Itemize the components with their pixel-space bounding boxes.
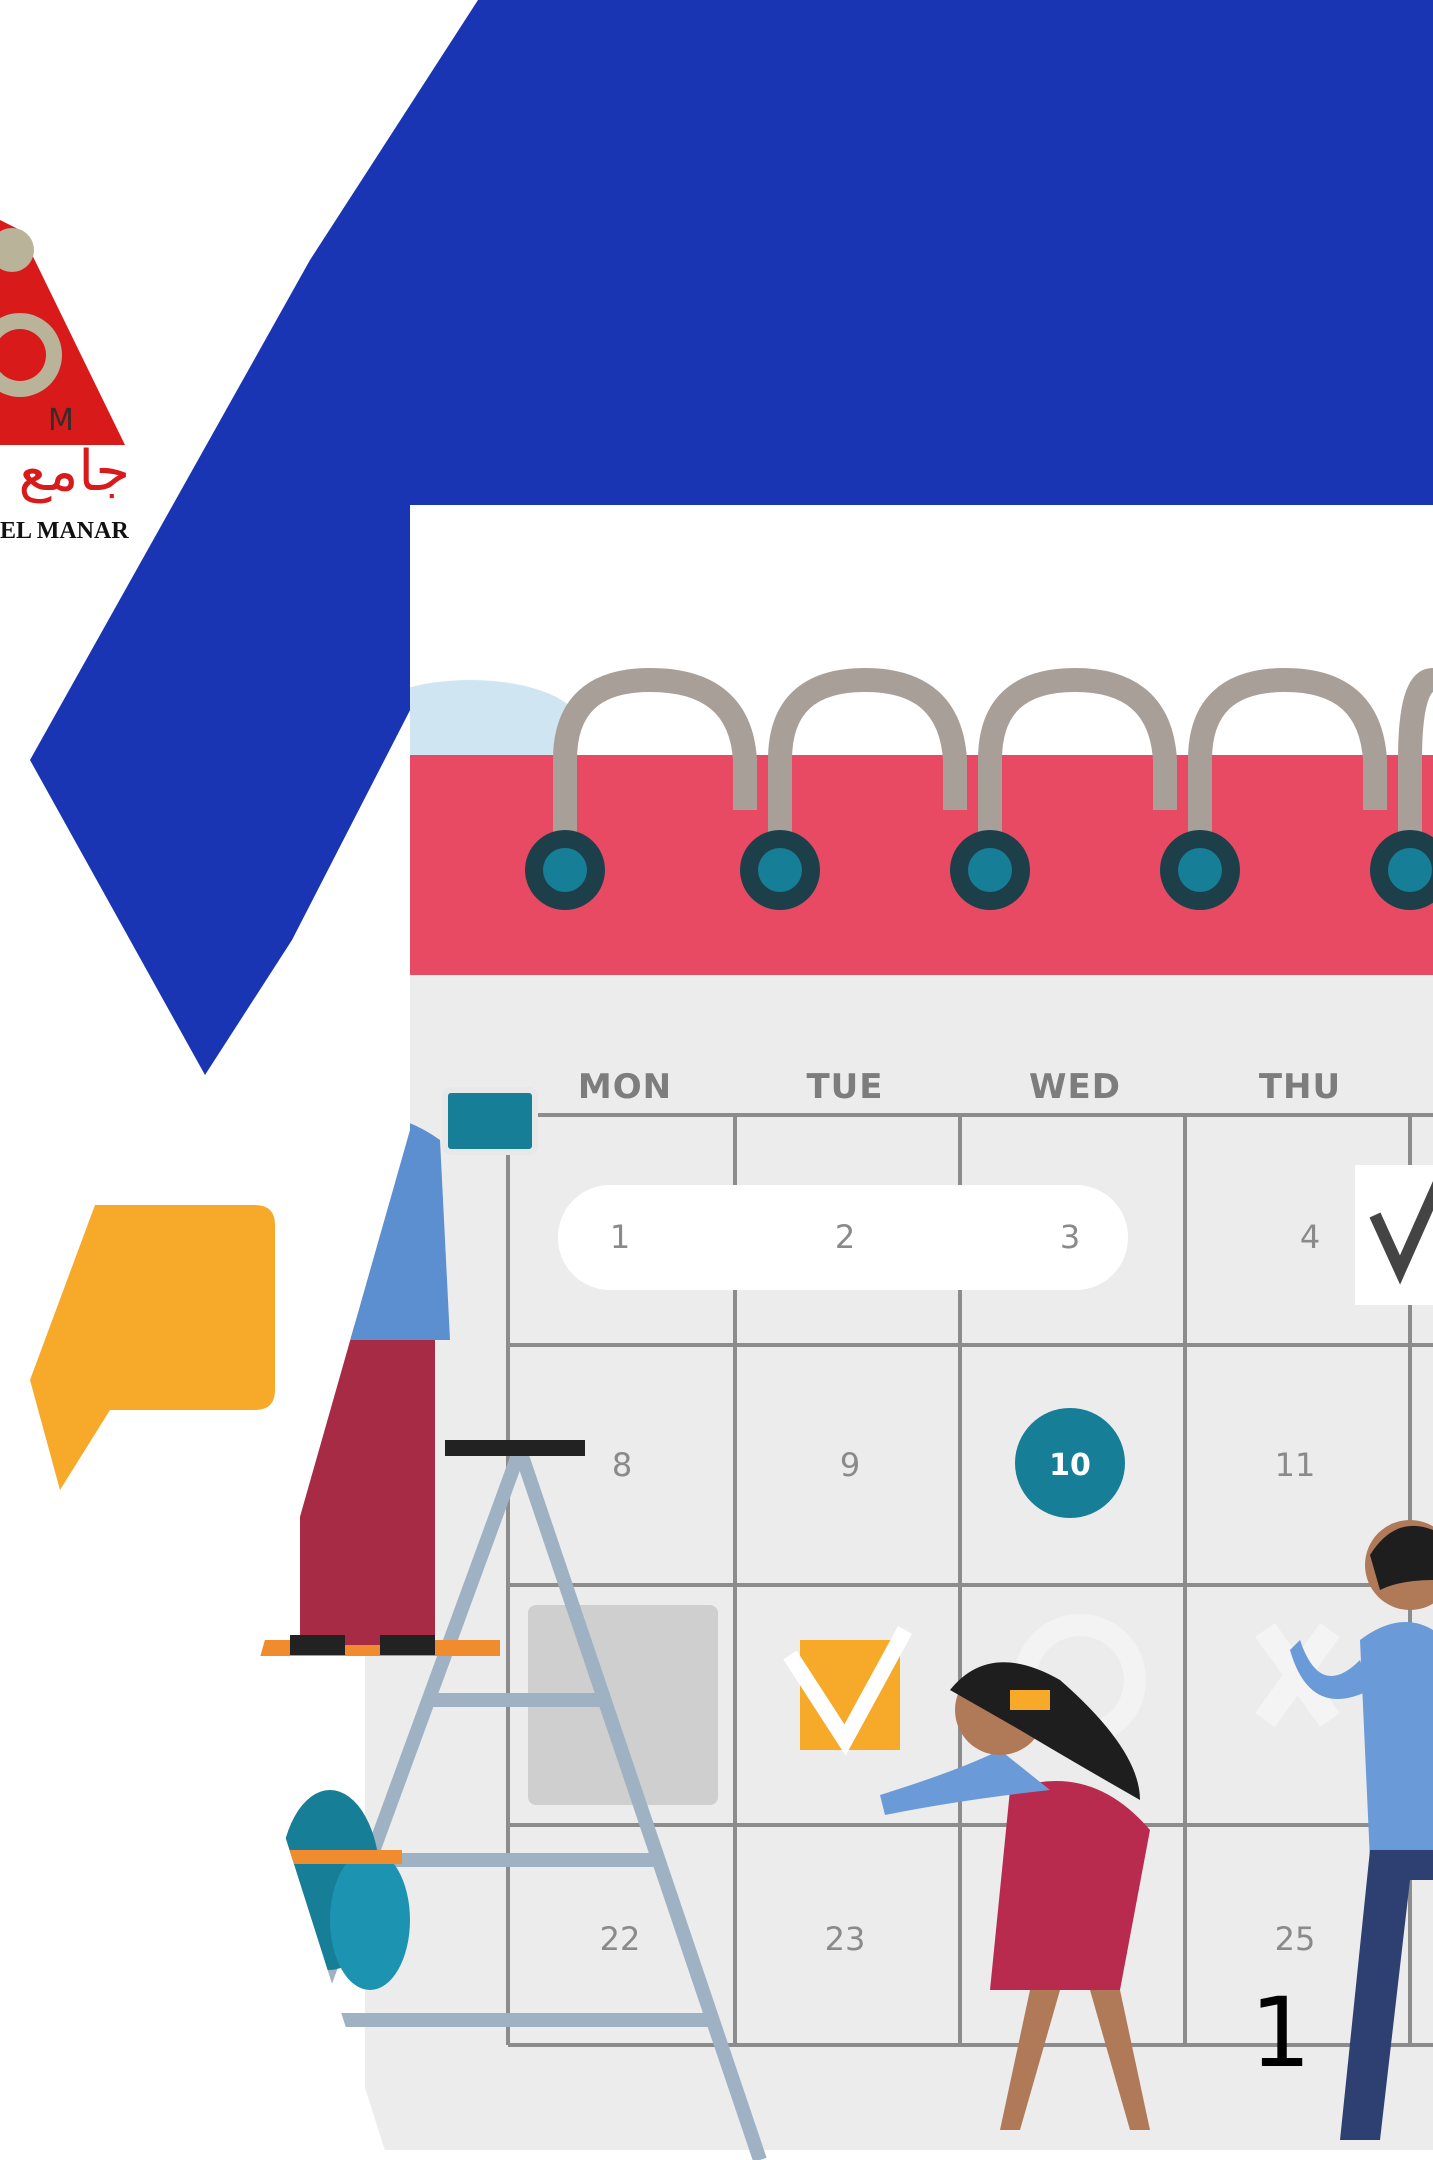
orange-shelf: [262, 1850, 402, 1864]
day-4: 4: [1300, 1218, 1320, 1256]
day-22: 22: [600, 1920, 641, 1958]
day-9: 9: [840, 1446, 860, 1484]
day-1: 1: [610, 1218, 630, 1256]
page-number: 1: [1250, 1977, 1312, 2089]
day-header-tue: TUE: [806, 1067, 883, 1107]
day-3: 3: [1060, 1218, 1080, 1256]
day-header-thu: THU: [1259, 1067, 1341, 1107]
day-2: 2: [835, 1218, 855, 1256]
logo-latin-text: EL MANAR: [0, 518, 129, 544]
orange-check-icon: [783, 1626, 913, 1756]
logo-arabic-text: جامع: [19, 439, 130, 504]
day-8: 8: [612, 1446, 632, 1484]
logo-letter: M: [48, 403, 74, 438]
check-icon: [1355, 1165, 1433, 1305]
calendar-header: [365, 755, 1433, 975]
day-header-mon: MON: [578, 1067, 672, 1107]
day-header-wed: WED: [1029, 1067, 1121, 1107]
day-25: 25: [1275, 1920, 1316, 1958]
day-11: 11: [1275, 1446, 1316, 1484]
day-10: 10: [1049, 1448, 1091, 1483]
ladder-top: [445, 1440, 585, 1456]
speech-bubble-icon: [30, 1205, 275, 1490]
day-23: 23: [825, 1920, 866, 1958]
calendar-illustration: MON TUE WED THU 1 2 3 4 8 9 10 11 22 23 …: [253, 505, 1433, 2160]
slide-canvas: M جامع EL MANAR MON TUE WED THU 1 2 3 4 …: [0, 0, 1433, 2160]
university-logo: M جامع EL MANAR: [0, 220, 130, 544]
